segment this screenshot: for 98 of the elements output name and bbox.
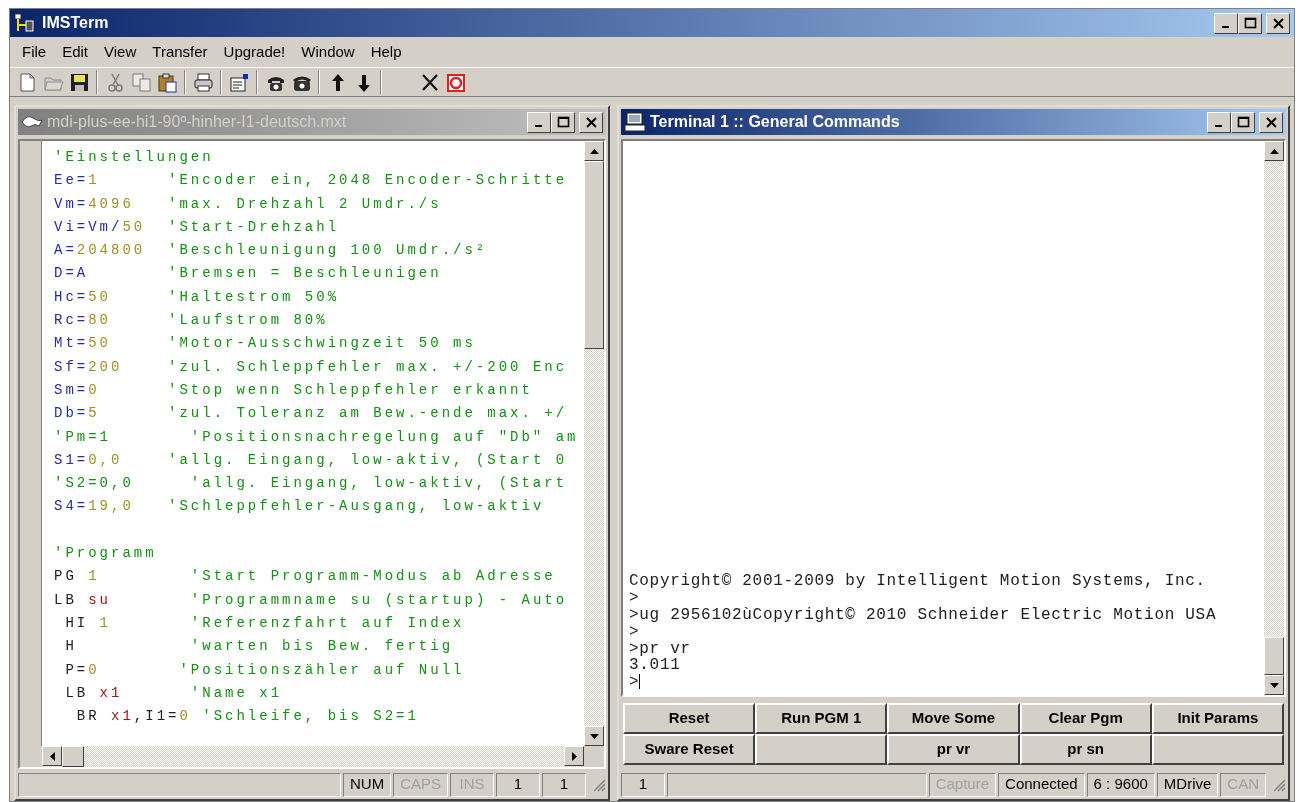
close-icon[interactable] <box>584 115 598 129</box>
terminal-line: > <box>629 589 640 608</box>
code-line: LB su 'Programmname su (startup) - Auto <box>54 590 569 610</box>
code-line: PG 1 'Start Programm-Modus ab Adresse <box>54 567 557 587</box>
terminal-line: >pr vr <box>629 639 691 658</box>
code-line: Sf=200 'zul. Schleppfehler max. +/-200 Enc <box>54 357 569 377</box>
macro-button[interactable]: Run PGM 1 <box>755 703 888 734</box>
close-icon[interactable] <box>1264 115 1278 129</box>
menu-item[interactable]: Transfer <box>144 38 216 66</box>
code-line: 'Einstellungen <box>54 148 215 167</box>
app-title: IMSTerm <box>42 13 109 33</box>
scroll-right-button[interactable] <box>564 746 584 766</box>
scroll-down-button[interactable] <box>584 726 604 746</box>
lifebuoy-icon[interactable] <box>444 71 466 93</box>
status-pane: MDrive <box>1156 772 1219 797</box>
scroll-thumb[interactable] <box>584 161 604 349</box>
code-line: 'Pm=1 'Positionsnachregelung auf "Db" am <box>54 427 580 447</box>
scroll-thumb[interactable] <box>62 746 84 767</box>
code-line: S4=19,0 'Schleppfehler-Ausgang, low-aktiv <box>54 497 546 517</box>
code-line: H 'warten bis Bew. fertig <box>64 637 455 657</box>
menu-item[interactable]: Window <box>293 38 363 66</box>
status-pane: 1 <box>542 772 586 797</box>
code-line: HI 1 'Referenzfahrt auf Index <box>64 613 466 633</box>
network-icon <box>14 13 34 33</box>
horizontal-scrollbar[interactable] <box>42 746 604 767</box>
terminal-line: >ug 2956102ùCopyright© 2010 Schneider Electric Motion USA <box>629 606 1217 624</box>
maximize-icon[interactable] <box>1236 115 1250 129</box>
menu-item[interactable]: View <box>96 38 145 66</box>
code-line: A=204800 'Beschleunigung 100 Umdr./s² <box>54 241 489 261</box>
scroll-down-button[interactable] <box>1264 675 1284 695</box>
status-pane: 1 <box>621 772 665 797</box>
code-line: Ee=1 'Encoder ein, 2048 Encoder-Schritte <box>54 171 569 191</box>
macro-button[interactable]: Move Some <box>887 703 1020 734</box>
code-line: Mt=50 'Motor-Ausschwingzeit 50 ms <box>54 334 477 354</box>
code-line: Sm=0 'Stop wenn Schleppfehler erkannt <box>54 380 534 400</box>
macro-button[interactable]: Reset <box>623 703 756 734</box>
clipboard-icon[interactable] <box>156 71 178 93</box>
down-triangle-icon[interactable] <box>589 733 599 739</box>
code-line: S1=0,0 'allg. Eingang, low-aktiv, (Start 0 <box>54 450 569 470</box>
vertical-scrollbar[interactable] <box>584 141 604 746</box>
macro-button[interactable]: Sware Reset <box>623 734 756 765</box>
code-line: Hc=50 'Haltestrom 50% <box>54 287 341 307</box>
properties-icon[interactable] <box>228 71 250 93</box>
code-line: D=A 'Bremsen = Beschleunigen <box>54 264 443 284</box>
window-title: mdi-plus-ee-hi1-90º-hinher-I1-deutsch.mxt <box>47 112 347 132</box>
macro-button[interactable]: Clear Pgm <box>1019 703 1152 734</box>
down-triangle-icon[interactable] <box>1269 682 1279 688</box>
maximize-button[interactable] <box>1231 111 1255 133</box>
terminal-line: Copyright© 2001-2009 by Intelligent Motion Systems, Inc. <box>629 572 1206 591</box>
status-pane: 1 <box>496 772 540 797</box>
maximize-icon[interactable] <box>1243 16 1257 30</box>
code-line: 'Programm <box>54 544 158 564</box>
scroll-thumb[interactable] <box>1264 637 1284 675</box>
menu-item[interactable]: Help <box>362 38 410 66</box>
right-triangle-icon[interactable] <box>571 751 577 761</box>
menu-item[interactable]: Upgrade! <box>215 38 294 66</box>
printer-icon[interactable] <box>192 71 214 93</box>
maximize-button[interactable] <box>551 111 575 133</box>
code-line: Vm=4096 'max. Drehzahl 2 Umdr./s <box>54 194 443 214</box>
close-button[interactable] <box>1266 12 1290 34</box>
code-line: Rc=80 'Laufstrom 80% <box>54 311 329 331</box>
macro-button[interactable] <box>1151 734 1284 765</box>
close-button[interactable] <box>579 111 603 133</box>
computer-icon <box>624 112 646 132</box>
up-triangle-icon[interactable] <box>1269 148 1279 154</box>
scroll-up-button[interactable] <box>584 141 604 161</box>
maximize-icon[interactable] <box>556 115 570 129</box>
status-pane: NUM <box>342 772 392 797</box>
code-line: 'S2=0,0 'allg. Eingang, low-aktiv, (Start <box>54 474 569 494</box>
maximize-button[interactable] <box>1238 12 1262 34</box>
status-pane: 6 : 9600 <box>1086 772 1155 797</box>
scrollbar-corner <box>584 746 604 767</box>
status-pane: Connected <box>998 772 1085 797</box>
macro-button[interactable] <box>755 734 888 765</box>
terminal-line: > <box>629 622 640 641</box>
up-triangle-icon[interactable] <box>589 148 599 154</box>
code-line: BR x1,I1=0 'Schleife, bis S2=1 <box>75 707 420 727</box>
terminal-line: 3.011 <box>629 656 681 675</box>
scroll-up-button[interactable] <box>1264 141 1284 161</box>
close-button[interactable] <box>1259 111 1283 133</box>
minimize-button[interactable] <box>527 111 551 133</box>
code-line: Db=5 'zul. Toleranz am Bew.-ende max. +/ <box>54 404 569 424</box>
scroll-left-button[interactable] <box>42 746 62 766</box>
macro-button[interactable]: Init Params <box>1151 703 1284 734</box>
macro-button[interactable]: pr vr <box>887 734 1020 765</box>
window-title: Terminal 1 :: General Commands <box>650 112 900 132</box>
menu-item[interactable]: Edit <box>54 38 97 66</box>
code-line: Vi=Vm/50 'Start-Drehzahl <box>54 217 341 237</box>
terminal-line: > <box>629 673 640 692</box>
close-icon[interactable] <box>1271 16 1285 30</box>
code-line: P=0 'Positionszähler auf Null <box>64 660 466 680</box>
vertical-scrollbar[interactable] <box>1264 141 1284 695</box>
menu-item[interactable]: File <box>14 38 55 66</box>
code-line: LB x1 'Name x1 <box>64 683 284 703</box>
minimize-button[interactable] <box>1207 111 1231 133</box>
minimize-button[interactable] <box>1214 12 1238 34</box>
macro-button[interactable]: pr sn <box>1019 734 1152 765</box>
left-triangle-icon[interactable] <box>49 751 55 761</box>
